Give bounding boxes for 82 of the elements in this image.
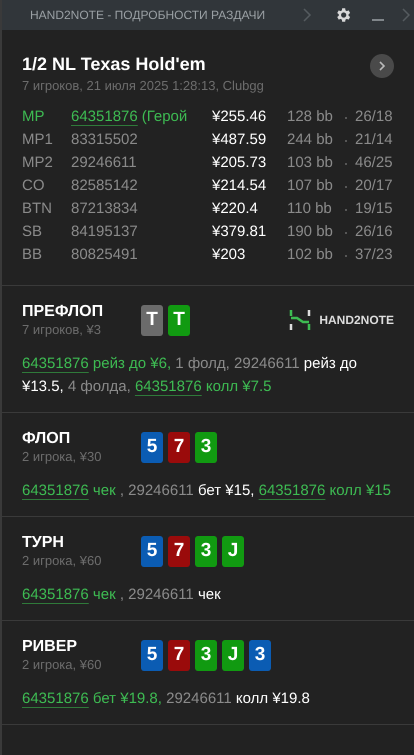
- card: 7: [168, 640, 190, 670]
- card: T: [141, 304, 163, 336]
- stack: ¥379.81: [212, 222, 268, 242]
- player-name: 83315502: [71, 130, 138, 150]
- card: J: [222, 640, 244, 670]
- separator-dot-icon: [345, 254, 347, 256]
- stack-bb: 103 bb: [287, 153, 334, 174]
- position: CO: [22, 176, 46, 196]
- street-info: 7 игроков, ¥3: [22, 322, 102, 338]
- player-link[interactable]: 64351876: [258, 482, 326, 499]
- player-link[interactable]: 64351876: [22, 482, 89, 499]
- separator-dot-icon: [345, 116, 347, 118]
- player-stats: 19/15: [355, 199, 393, 220]
- street-name: РИВЕР: [22, 637, 78, 657]
- card: 7: [168, 536, 190, 566]
- player-stats: 26/16: [355, 222, 393, 242]
- next-button[interactable]: [370, 54, 394, 78]
- logo-icon: [289, 309, 312, 331]
- stack-bb: 244 bb: [287, 130, 334, 150]
- card: 3: [195, 640, 217, 670]
- street-actions: 64351876 чек , 29246611 чек: [22, 585, 222, 605]
- street-actions: 64351876 чек , 29246611 бет ¥15, 64351876 колл ¥15: [22, 481, 392, 501]
- player-link[interactable]: 64351876: [22, 690, 89, 707]
- player-stats: 26/18: [355, 107, 393, 128]
- stack-bb: 102 bb: [287, 245, 334, 266]
- player-name: 29246611: [71, 153, 137, 174]
- street-actions: 64351876 рейз до ¥6, 1 фолд, 29246611 рейз до ¥13.5, 4 фолда, 64351876 колл ¥7.5: [22, 354, 358, 397]
- stack-bb: 110 bb: [287, 199, 333, 220]
- stack: ¥203: [212, 245, 246, 266]
- player-link[interactable]: 64351876: [22, 355, 89, 372]
- separator-dot-icon: [345, 186, 347, 188]
- separator-dot-icon: [345, 162, 347, 164]
- position: BTN: [22, 199, 53, 220]
- player-name: 80825491: [71, 245, 138, 266]
- stack: ¥205.73: [212, 153, 268, 174]
- separator-dot-icon: [345, 232, 347, 234]
- hand-title: 1/2 NL Texas Hold'em: [22, 53, 207, 76]
- player-name: 82585142: [71, 176, 138, 196]
- street-name: ТУРН: [22, 533, 65, 553]
- stack: ¥214.54: [212, 176, 268, 196]
- player-stats: 46/25: [355, 153, 393, 174]
- player-stats: 20/17: [355, 176, 393, 196]
- player-link[interactable]: 64351876: [134, 378, 202, 395]
- logo-text: HAND2NOTE: [319, 312, 394, 329]
- player-stats: 21/14: [355, 130, 393, 150]
- position: BB: [22, 245, 44, 266]
- street-name: ПРЕФЛОП: [22, 302, 104, 322]
- position: MP1: [22, 130, 54, 150]
- hero-label: (Герой: [142, 107, 188, 128]
- card: 5: [141, 640, 163, 670]
- street-info: 2 игрока, ¥60: [22, 553, 102, 569]
- player-name: 87213834: [71, 199, 138, 220]
- player-name: 84195137: [71, 222, 138, 242]
- street-info: 2 игрока, ¥60: [22, 657, 102, 673]
- street-info: 2 игрока, ¥30: [22, 449, 102, 465]
- street-actions: 64351876 бет ¥19.8, 29246611 колл ¥19.8: [22, 689, 311, 709]
- stack-bb: 128 bb: [287, 107, 334, 128]
- window-title: HAND2NOTE - ПОДРОБНОСТИ РАЗДАЧИ: [30, 7, 266, 24]
- card: 5: [141, 432, 163, 462]
- chevron-right-icon: [378, 61, 386, 71]
- position: MP2: [22, 153, 54, 174]
- stack-bb: 190 bb: [287, 222, 334, 242]
- stack: ¥487.59: [212, 130, 268, 150]
- stack: ¥255.46: [212, 107, 268, 128]
- card: 3: [195, 432, 217, 462]
- card: 7: [168, 432, 190, 462]
- card: 3: [249, 640, 271, 670]
- card: 5: [141, 536, 163, 566]
- hand-subtitle: 7 игроков, 21 июля 2025 1:28:13, Clubgg: [22, 77, 264, 95]
- stack: ¥220.4: [212, 199, 259, 220]
- player-stats: 37/23: [355, 245, 393, 266]
- position: SB: [22, 222, 44, 242]
- player-link[interactable]: 64351876: [22, 586, 89, 603]
- separator-dot-icon: [345, 208, 347, 210]
- stack-bb: 107 bb: [287, 176, 334, 196]
- card: J: [222, 536, 244, 566]
- card: T: [168, 304, 190, 336]
- position: MP: [22, 107, 46, 128]
- separator-dot-icon: [345, 140, 347, 142]
- player-link[interactable]: 64351876: [71, 106, 138, 129]
- street-name: ФЛОП: [22, 429, 72, 449]
- card: 3: [195, 536, 217, 566]
